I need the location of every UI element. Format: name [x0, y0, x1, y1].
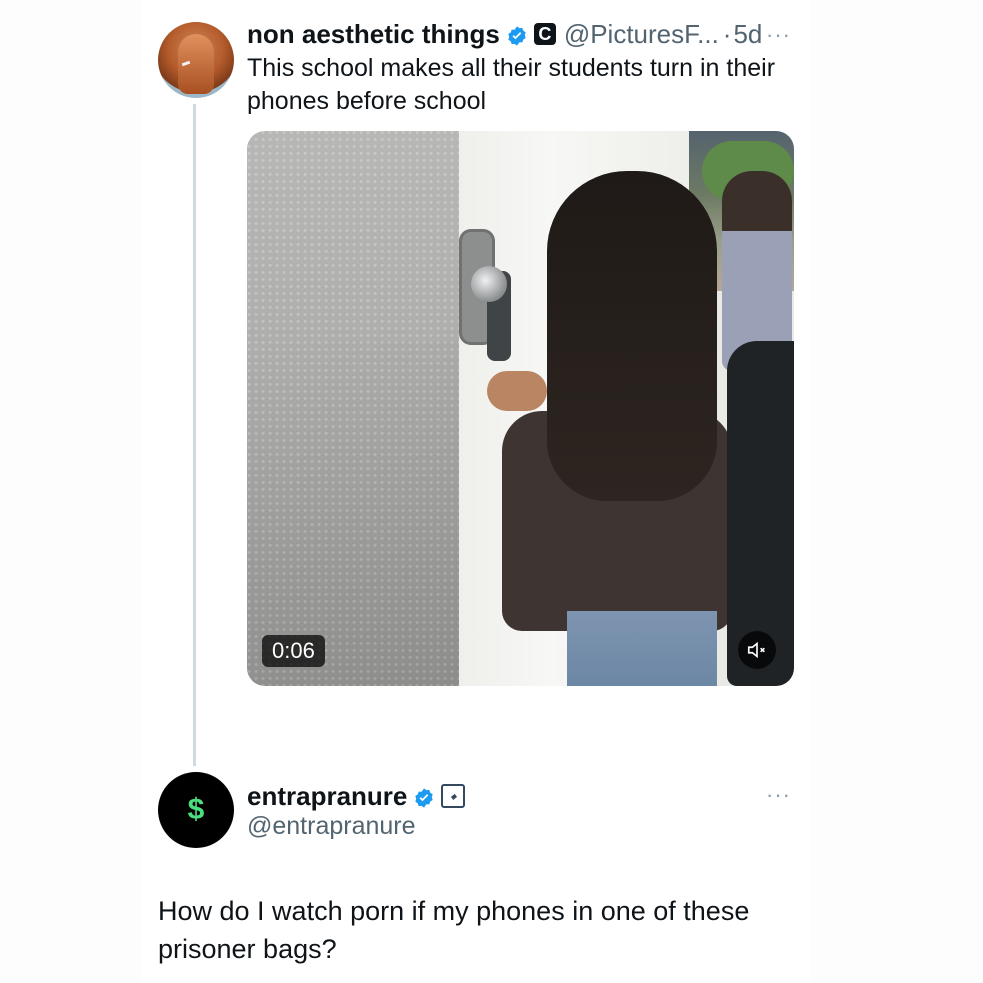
avatar-non-aesthetic-things[interactable]	[158, 22, 234, 98]
tweet2-more-icon[interactable]: ···	[766, 782, 791, 808]
tweet1-time[interactable]: 5d	[733, 19, 762, 50]
affiliate-logo-badge-icon[interactable]: ◆	[441, 784, 466, 808]
tweet2-handle[interactable]: @entrapranure	[247, 812, 416, 841]
student-hair-image	[547, 171, 717, 501]
student-arm-image	[487, 371, 547, 411]
tweet2-text: How do I watch porn if my phones in one …	[158, 896, 750, 964]
tweet1-video[interactable]: 0:06	[247, 131, 794, 686]
tweet1-handle[interactable]: @PicturesF...	[564, 19, 719, 50]
student-image	[487, 171, 737, 686]
verified-badge-icon[interactable]	[506, 23, 528, 46]
avatar-entrapranure[interactable]: $	[158, 772, 234, 848]
student-jeans-image	[567, 611, 717, 686]
tweet1-text: This school makes all their students tur…	[247, 54, 776, 115]
tweet1-more-icon[interactable]: ···	[766, 22, 791, 48]
tweet2-header: entrapranure ◆	[247, 778, 466, 814]
video-timestamp: 0:06	[262, 635, 325, 667]
thread-line	[193, 104, 196, 766]
dollar-sign-icon: $	[187, 793, 205, 826]
verified-badge-icon[interactable]	[413, 785, 435, 808]
tweet1-header: non aesthetic things C @PicturesF... · 5…	[247, 14, 762, 54]
tweet1-separator: ·	[722, 18, 732, 49]
affiliate-badge-icon[interactable]: C	[533, 23, 556, 45]
tweet2-author-name[interactable]: entrapranure	[247, 781, 407, 812]
speaker-muted-icon[interactable]	[738, 631, 776, 669]
tweet1-author-name[interactable]: non aesthetic things	[247, 19, 500, 50]
